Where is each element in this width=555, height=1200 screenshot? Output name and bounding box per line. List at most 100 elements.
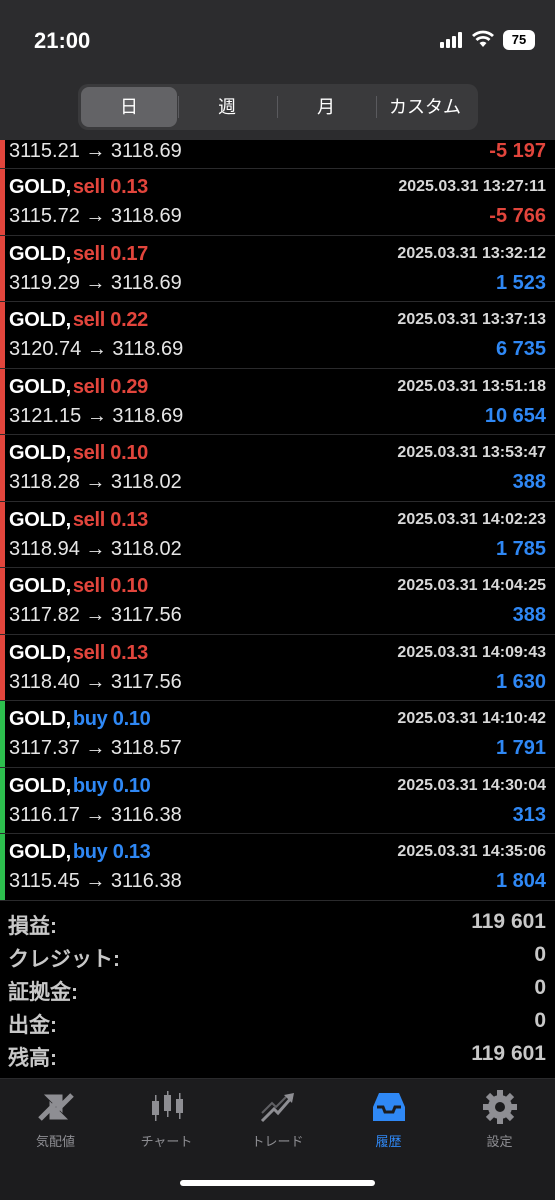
summary-row: 出金: 0	[0, 1005, 555, 1038]
trade-prices: 3115.45 → 3116.38	[9, 870, 182, 892]
trade-row[interactable]: GOLD, buy 0.13 2025.03.31 14:35:06 3115.45 …	[0, 834, 555, 901]
trade-profit: 1 630	[495, 670, 546, 693]
tab-settings[interactable]: 設定	[444, 1089, 555, 1150]
tab-label: トレード	[251, 1134, 304, 1149]
trade-datetime: 2025.03.31 14:04:25	[397, 577, 546, 594]
segment-week[interactable]: 週	[179, 87, 275, 127]
trade-profit: 10 654	[484, 404, 546, 427]
trade-row[interactable]: GOLD, sell 0.29 2025.03.31 13:51:18 3121.15…	[0, 368, 555, 435]
trade-title: GOLD, buy 0.10	[9, 708, 151, 731]
summary-label: クレジット:	[8, 948, 120, 971]
trade-symbol: GOLD,	[9, 575, 71, 597]
summary-label: 証拠金:	[8, 981, 78, 1004]
trade-side: buy 0.10	[72, 708, 151, 730]
trade-history-list[interactable]: 3115.21 → 3118.69 -5 197 GOLD, sell 0.13 2…	[0, 140, 555, 901]
trade-profit: 1 804	[495, 870, 546, 892]
trade-datetime: 2025.03.31 13:51:18	[397, 377, 546, 395]
trade-datetime: 2025.03.31 13:53:47	[397, 444, 546, 461]
trade-prices: 3118.40 → 3117.56	[9, 670, 182, 693]
summary-value: 119 601	[471, 1042, 546, 1065]
trade-datetime: 2025.03.31 13:27:11	[398, 178, 546, 195]
trade-symbol: GOLD,	[9, 774, 71, 797]
period-selector-bar: 日 週 月 カスタム	[0, 80, 555, 140]
summary-label: 残高:	[8, 1047, 57, 1070]
trade-title: GOLD, sell 0.17	[9, 243, 148, 266]
trade-title: GOLD, sell 0.10	[9, 575, 148, 598]
trade-prices: 3115.72 → 3118.69	[9, 205, 182, 227]
trade-datetime: 2025.03.31 14:09:43	[397, 643, 546, 661]
trade-row[interactable]: GOLD, sell 0.22 2025.03.31 13:37:13 3120.74…	[0, 302, 555, 369]
trade-datetime: 2025.03.31 14:10:42	[397, 710, 546, 727]
trade-side: sell 0.22	[72, 309, 148, 331]
home-indicator	[180, 1180, 375, 1186]
trade-datetime: 2025.03.31 14:35:06	[397, 843, 546, 860]
summary-row: クレジット: 0	[0, 939, 555, 972]
chart-icon	[111, 1089, 222, 1125]
tab-trade[interactable]: トレード	[222, 1089, 333, 1150]
trade-datetime: 2025.03.31 14:02:23	[397, 510, 546, 528]
side-indicator-bar	[0, 568, 5, 634]
side-indicator-bar	[0, 834, 5, 900]
status-time: 21:00	[34, 28, 91, 53]
trade-row[interactable]: GOLD, sell 0.13 2025.03.31 14:09:43 3118.40…	[0, 634, 555, 701]
history-icon	[333, 1089, 444, 1125]
trade-prices: 3117.37 → 3118.57	[9, 737, 182, 759]
trade-row-partial[interactable]: 3115.21 → 3118.69 -5 197	[0, 140, 555, 169]
trade-side: sell 0.10	[72, 442, 148, 464]
settings-icon	[444, 1089, 555, 1125]
segment-month[interactable]: 月	[278, 87, 374, 127]
trade-symbol: GOLD,	[9, 242, 71, 265]
trade-side: sell 0.13	[72, 641, 148, 664]
trade-row[interactable]: GOLD, buy 0.10 2025.03.31 14:30:04 3116.17 …	[0, 767, 555, 834]
trade-icon	[222, 1089, 333, 1125]
trade-prices: 3120.74 → 3118.69	[9, 338, 184, 360]
trade-symbol: GOLD,	[9, 309, 71, 331]
trade-side: sell 0.13	[72, 508, 148, 531]
trade-side: sell 0.29	[72, 375, 148, 398]
trade-datetime: 2025.03.31 13:32:12	[397, 244, 546, 262]
status-bar: 21:00 75	[0, 0, 555, 80]
trade-title: GOLD, sell 0.13	[9, 509, 148, 532]
trade-prices: 3117.82 → 3117.56	[9, 604, 182, 626]
trade-side: sell 0.13	[72, 176, 148, 198]
side-indicator-bar	[0, 501, 5, 567]
trade-symbol: GOLD,	[9, 841, 71, 863]
cellular-signal-icon	[440, 32, 466, 48]
trade-row[interactable]: GOLD, sell 0.13 2025.03.31 14:02:23 3118.94…	[0, 501, 555, 568]
trade-side: buy 0.13	[72, 841, 151, 863]
trade-profit: 313	[512, 803, 546, 826]
side-indicator-bar	[0, 701, 5, 767]
trade-title: GOLD, buy 0.13	[9, 841, 151, 864]
segment-custom[interactable]: カスタム	[377, 87, 473, 127]
trade-row[interactable]: GOLD, sell 0.17 2025.03.31 13:32:12 3119.29…	[0, 235, 555, 302]
segment-day[interactable]: 日	[81, 87, 177, 127]
side-indicator-bar	[0, 169, 5, 235]
tab-chart[interactable]: チャート	[111, 1089, 222, 1150]
trade-row[interactable]: GOLD, sell 0.10 2025.03.31 13:53:47 3118.28…	[0, 435, 555, 502]
trade-profit: -5 766	[489, 205, 546, 227]
summary-value: 0	[534, 943, 546, 966]
tab-quotes[interactable]: 気配値	[0, 1089, 111, 1150]
trade-row[interactable]: GOLD, buy 0.10 2025.03.31 14:10:42 3117.37 …	[0, 701, 555, 768]
side-indicator-bar	[0, 302, 5, 368]
trade-datetime: 2025.03.31 14:30:04	[397, 776, 546, 794]
trade-row[interactable]: GOLD, sell 0.13 2025.03.31 13:27:11 3115.72…	[0, 169, 555, 236]
trade-title: GOLD, sell 0.10	[9, 442, 148, 465]
side-indicator-bar	[0, 435, 5, 501]
side-indicator-bar	[0, 767, 5, 833]
trade-prices: 3118.94 → 3118.02	[9, 537, 182, 560]
trade-title: GOLD, sell 0.13	[9, 176, 148, 199]
side-indicator-bar	[0, 235, 5, 301]
trade-prices: 3116.17 → 3116.38	[9, 803, 182, 826]
summary-value: 0	[534, 976, 546, 999]
summary-label: 出金:	[8, 1014, 57, 1037]
trade-symbol: GOLD,	[9, 176, 71, 198]
trade-prices: 3118.28 → 3118.02	[9, 471, 182, 493]
trade-profit: 1 785	[495, 537, 546, 560]
trade-profit: -5 197	[489, 140, 546, 162]
trade-side: buy 0.10	[72, 774, 151, 797]
summary-label: 損益:	[8, 915, 57, 938]
battery-icon: 75	[503, 30, 535, 50]
tab-history[interactable]: 履歴	[333, 1089, 444, 1150]
trade-row[interactable]: GOLD, sell 0.10 2025.03.31 14:04:25 3117.82…	[0, 568, 555, 635]
